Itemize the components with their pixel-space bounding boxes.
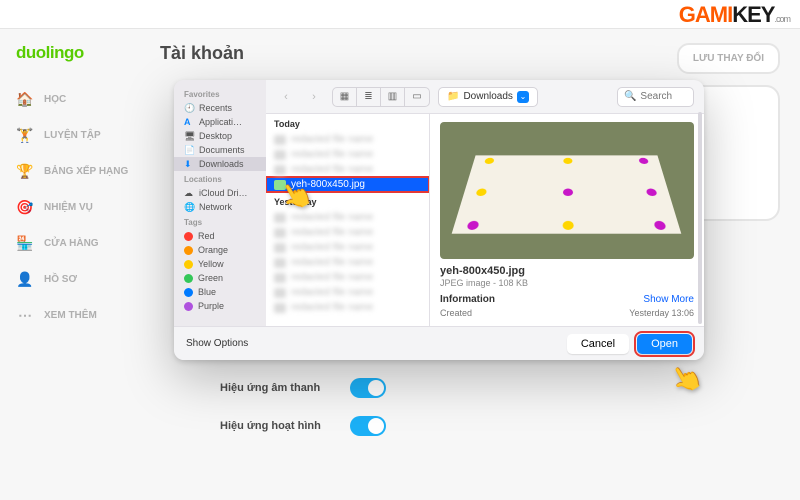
tag-orange[interactable]: Orange — [174, 243, 266, 257]
dialog-footer: Show Options Cancel Open — [174, 326, 704, 360]
sidebar-network[interactable]: 🌐Network — [174, 200, 266, 214]
clock-icon: 🕘 — [184, 103, 194, 113]
sidebar-applications[interactable]: AApplicati… — [174, 115, 266, 129]
nav-learn[interactable]: 🏠HỌC — [16, 81, 140, 117]
sidebar-recents[interactable]: 🕘Recents — [174, 101, 266, 115]
search-field-wrap[interactable]: 🔍 — [617, 87, 694, 107]
open-button[interactable]: Open — [637, 334, 692, 354]
nav-quests[interactable]: 🎯NHIỆM VỤ — [16, 189, 140, 225]
list-item[interactable]: redacted file name — [266, 240, 429, 255]
toggle-sound[interactable] — [350, 378, 386, 398]
nav-practice[interactable]: 🏋️LUYỆN TẬP — [16, 117, 140, 153]
view-mode-segment: ▦ ≣ ▥ ▭ — [332, 87, 430, 107]
cloud-icon: ☁ — [184, 188, 194, 198]
show-options-link[interactable]: Show Options — [186, 338, 248, 349]
sidebar-desktop[interactable]: 🖥Desktop — [174, 129, 266, 143]
view-icon-columns[interactable]: ▥ — [381, 88, 405, 106]
profile-icon: 👤 — [16, 270, 34, 288]
more-icon: ⋯ — [16, 306, 34, 324]
desktop-icon: 🖥 — [184, 131, 194, 141]
dialog-sidebar: Favorites 🕘Recents AApplicati… 🖥Desktop … — [174, 80, 266, 326]
network-icon: 🌐 — [184, 202, 194, 212]
home-icon: 🏠 — [16, 90, 34, 108]
sidebar-documents[interactable]: 📄Documents — [174, 143, 266, 157]
tag-purple[interactable]: Purple — [174, 299, 266, 313]
save-button[interactable]: LƯU THAY ĐỔI — [677, 43, 780, 74]
folder-icon: 📁 — [447, 91, 459, 102]
setting-anim: Hiệu ứng hoạt hình — [220, 416, 780, 436]
view-icon-grid[interactable]: ▦ — [333, 88, 357, 106]
dialog-toolbar: ‹ › ▦ ≣ ▥ ▭ 📁 Downloads ⌄ 🔍 — [266, 80, 704, 114]
list-item[interactable]: redacted file name — [266, 270, 429, 285]
green-dot-icon — [184, 274, 193, 283]
nav-shop[interactable]: 🏪CỬA HÀNG — [16, 225, 140, 261]
list-item[interactable]: redacted file name — [266, 225, 429, 240]
purple-dot-icon — [184, 302, 193, 311]
list-item[interactable]: redacted file name — [266, 132, 429, 147]
blue-dot-icon — [184, 288, 193, 297]
view-icon-list[interactable]: ≣ — [357, 88, 381, 106]
document-icon: 📄 — [184, 145, 194, 155]
tag-red[interactable]: Red — [174, 229, 266, 243]
app-logo: duolingo — [16, 43, 140, 63]
practice-icon: 🏋️ — [16, 126, 34, 144]
trophy-icon: 🏆 — [16, 162, 34, 180]
target-icon: 🎯 — [16, 198, 34, 216]
chevron-down-icon: ⌄ — [517, 91, 529, 103]
back-button[interactable]: ‹ — [276, 88, 296, 106]
yellow-dot-icon — [184, 260, 193, 269]
apps-icon: A — [184, 117, 194, 127]
file-open-dialog: Favorites 🕘Recents AApplicati… 🖥Desktop … — [174, 80, 704, 360]
file-list[interactable]: Today redacted file name redacted file n… — [266, 114, 430, 326]
location-dropdown[interactable]: 📁 Downloads ⌄ — [438, 87, 538, 107]
cancel-button[interactable]: Cancel — [567, 334, 629, 354]
view-icon-gallery[interactable]: ▭ — [405, 88, 429, 106]
watermark-logo: GAMIKEY.com — [679, 2, 790, 28]
list-item[interactable]: redacted file name — [266, 285, 429, 300]
show-more-link[interactable]: Show More — [643, 294, 694, 305]
toggle-anim[interactable] — [350, 416, 386, 436]
forward-button[interactable]: › — [304, 88, 324, 106]
tag-yellow[interactable]: Yellow — [174, 257, 266, 271]
list-item[interactable]: redacted file name — [266, 255, 429, 270]
search-icon: 🔍 — [624, 91, 636, 102]
file-preview: yeh-800x450.jpg JPEG image - 108 KB Info… — [430, 114, 704, 326]
preview-filemeta: JPEG image - 108 KB — [440, 278, 694, 288]
app-sidebar: duolingo 🏠HỌC 🏋️LUYỆN TẬP 🏆BẢNG XẾP HẠNG… — [0, 29, 140, 500]
sidebar-icloud[interactable]: ☁iCloud Dri… — [174, 186, 266, 200]
scrollbar[interactable] — [698, 112, 702, 324]
nav-leaderboard[interactable]: 🏆BẢNG XẾP HẠNG — [16, 153, 140, 189]
red-dot-icon — [184, 232, 193, 241]
tag-blue[interactable]: Blue — [174, 285, 266, 299]
list-item[interactable]: redacted file name — [266, 162, 429, 177]
sidebar-downloads[interactable]: ⬇Downloads — [174, 157, 266, 171]
preview-filename: yeh-800x450.jpg — [440, 265, 694, 277]
shop-icon: 🏪 — [16, 234, 34, 252]
preview-info-header: Information — [440, 294, 495, 305]
orange-dot-icon — [184, 246, 193, 255]
search-input[interactable] — [640, 91, 687, 102]
nav-more[interactable]: ⋯XEM THÊM — [16, 297, 140, 333]
downloads-icon: ⬇ — [184, 159, 194, 169]
list-item[interactable]: redacted file name — [266, 300, 429, 315]
preview-thumbnail — [440, 122, 694, 259]
list-item[interactable]: redacted file name — [266, 147, 429, 162]
nav-profile[interactable]: 👤HỒ SƠ — [16, 261, 140, 297]
tag-green[interactable]: Green — [174, 271, 266, 285]
